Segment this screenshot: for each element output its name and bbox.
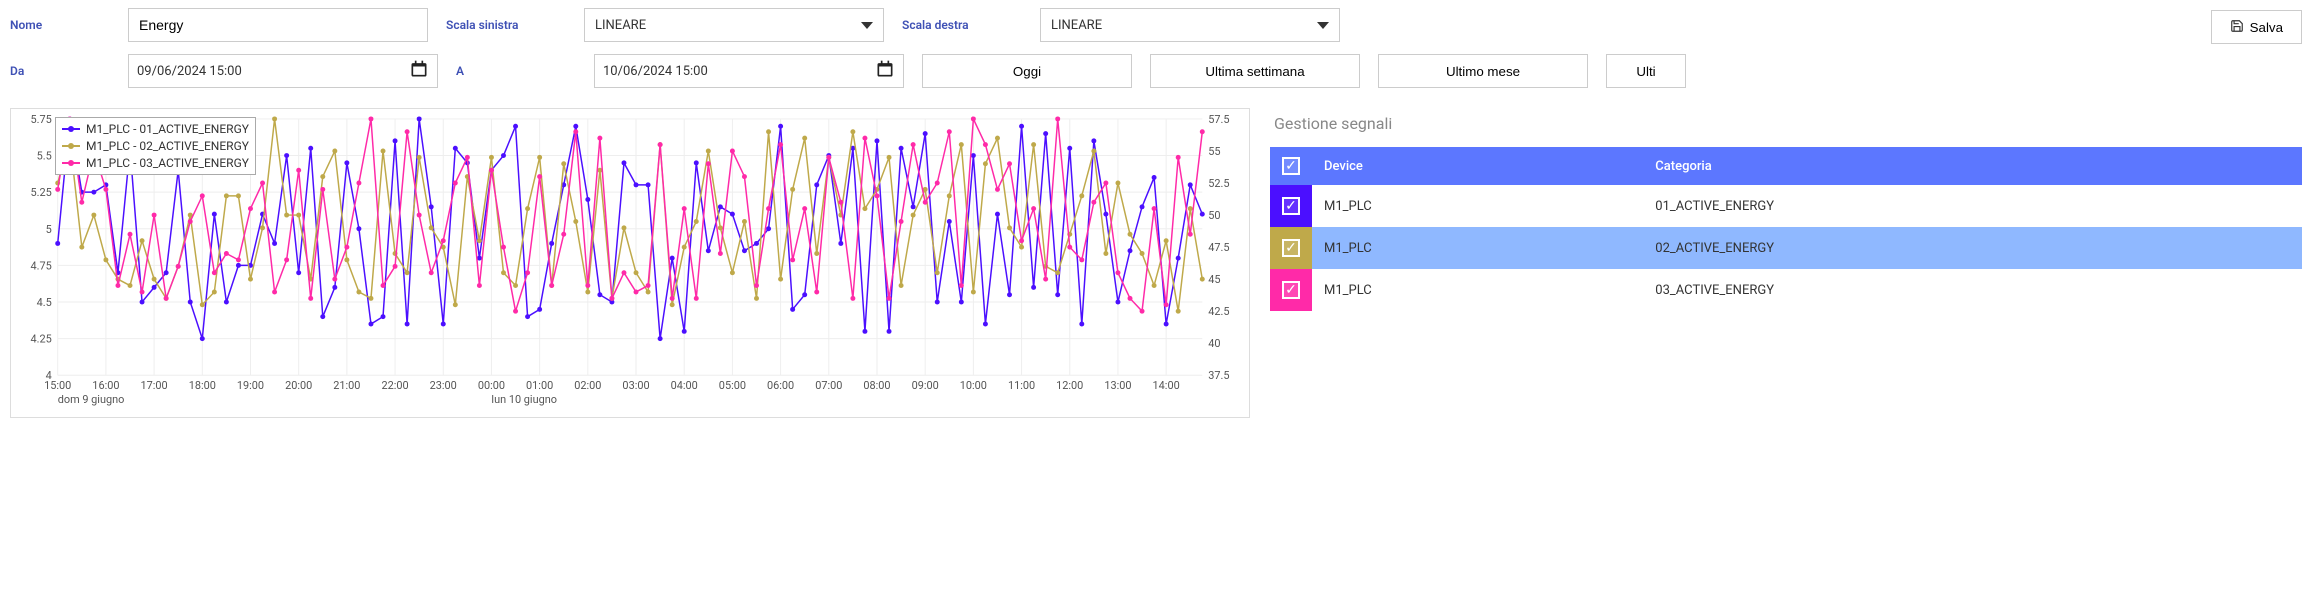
chevron-down-icon xyxy=(861,22,873,29)
row-checkbox[interactable] xyxy=(1282,239,1300,257)
scala-destra-select[interactable]: LINEARE xyxy=(1040,8,1340,42)
svg-text:4.25: 4.25 xyxy=(30,333,51,346)
svg-text:5.5: 5.5 xyxy=(37,150,52,163)
ultimo-mese-label: Ultimo mese xyxy=(1446,64,1520,79)
svg-text:52.5: 52.5 xyxy=(1208,177,1229,190)
svg-text:5.25: 5.25 xyxy=(30,186,51,199)
device-cell: M1_PLC xyxy=(1312,185,1643,227)
device-cell: M1_PLC xyxy=(1312,269,1643,311)
svg-text:50: 50 xyxy=(1208,209,1220,222)
svg-text:47.5: 47.5 xyxy=(1208,241,1229,254)
chart-legend: M1_PLC - 01_ACTIVE_ENERGY M1_PLC - 02_AC… xyxy=(55,117,256,175)
svg-text:55: 55 xyxy=(1208,145,1220,158)
row-checkbox[interactable] xyxy=(1282,281,1300,299)
svg-text:4.5: 4.5 xyxy=(37,296,52,309)
svg-text:20:00: 20:00 xyxy=(285,379,312,392)
nome-input[interactable] xyxy=(128,8,428,42)
chevron-down-icon xyxy=(1317,22,1329,29)
da-input[interactable]: 09/06/2024 15:00 xyxy=(128,54,438,88)
svg-text:06:00: 06:00 xyxy=(767,379,794,392)
svg-text:21:00: 21:00 xyxy=(333,379,360,392)
svg-text:07:00: 07:00 xyxy=(815,379,842,392)
signals-table: Device Categoria M1_PLC 01_ACTIVE_ENERGY… xyxy=(1270,147,2302,311)
ultimo-cut-label: Ulti xyxy=(1636,64,1655,79)
a-input[interactable]: 10/06/2024 15:00 xyxy=(594,54,904,88)
ultimo-cut-button[interactable]: Ulti xyxy=(1606,54,1686,88)
th-device[interactable]: Device xyxy=(1312,147,1643,185)
svg-text:04:00: 04:00 xyxy=(671,379,698,392)
ultimo-mese-button[interactable]: Ultimo mese xyxy=(1378,54,1588,88)
table-row[interactable]: M1_PLC 02_ACTIVE_ENERGY xyxy=(1270,227,2302,269)
svg-text:18:00: 18:00 xyxy=(189,379,216,392)
svg-text:11:00: 11:00 xyxy=(1008,379,1035,392)
svg-text:42.5: 42.5 xyxy=(1208,305,1229,318)
svg-text:14:00: 14:00 xyxy=(1153,379,1180,392)
svg-text:57.5: 57.5 xyxy=(1208,113,1229,126)
gestione-segnali-title: Gestione segnali xyxy=(1274,114,2302,133)
legend-item-02: M1_PLC - 02_ACTIVE_ENERGY xyxy=(86,138,249,155)
svg-text:dom 9 giugno: dom 9 giugno xyxy=(58,393,125,406)
svg-text:08:00: 08:00 xyxy=(863,379,890,392)
svg-text:37.5: 37.5 xyxy=(1208,369,1229,382)
ultima-settimana-button[interactable]: Ultima settimana xyxy=(1150,54,1360,88)
svg-text:15:00: 15:00 xyxy=(44,379,71,392)
svg-text:10:00: 10:00 xyxy=(960,379,987,392)
oggi-button[interactable]: Oggi xyxy=(922,54,1132,88)
legend-item-03: M1_PLC - 03_ACTIVE_ENERGY xyxy=(86,155,249,172)
categoria-cell: 01_ACTIVE_ENERGY xyxy=(1643,185,2302,227)
calendar-icon[interactable] xyxy=(409,59,429,83)
svg-text:09:00: 09:00 xyxy=(912,379,939,392)
svg-text:17:00: 17:00 xyxy=(141,379,168,392)
label-nome: Nome xyxy=(10,18,42,32)
th-categoria[interactable]: Categoria xyxy=(1643,147,2302,185)
oggi-label: Oggi xyxy=(1013,64,1041,79)
label-scala-destra: Scala destra xyxy=(902,18,969,32)
svg-text:5.75: 5.75 xyxy=(30,113,51,126)
svg-text:45: 45 xyxy=(1208,273,1220,286)
label-da: Da xyxy=(10,64,24,78)
save-icon xyxy=(2230,19,2244,36)
salva-label: Salva xyxy=(2250,20,2283,35)
svg-text:12:00: 12:00 xyxy=(1056,379,1083,392)
svg-text:40: 40 xyxy=(1208,337,1220,350)
svg-text:22:00: 22:00 xyxy=(381,379,408,392)
scala-sinistra-select[interactable]: LINEARE xyxy=(584,8,884,42)
label-a: A xyxy=(456,64,464,78)
chart[interactable]: M1_PLC - 01_ACTIVE_ENERGY M1_PLC - 02_AC… xyxy=(10,108,1250,418)
svg-text:19:00: 19:00 xyxy=(237,379,264,392)
salva-button[interactable]: Salva xyxy=(2211,10,2302,44)
svg-text:23:00: 23:00 xyxy=(430,379,457,392)
svg-text:lun 10 giugno: lun 10 giugno xyxy=(491,393,557,406)
categoria-cell: 02_ACTIVE_ENERGY xyxy=(1643,227,2302,269)
table-row[interactable]: M1_PLC 03_ACTIVE_ENERGY xyxy=(1270,269,2302,311)
select-all-checkbox[interactable] xyxy=(1282,157,1300,175)
svg-text:05:00: 05:00 xyxy=(719,379,746,392)
svg-text:00:00: 00:00 xyxy=(478,379,505,392)
a-value: 10/06/2024 15:00 xyxy=(603,64,708,79)
device-cell: M1_PLC xyxy=(1312,227,1643,269)
categoria-cell: 03_ACTIVE_ENERGY xyxy=(1643,269,2302,311)
legend-item-01: M1_PLC - 01_ACTIVE_ENERGY xyxy=(86,121,249,138)
svg-text:16:00: 16:00 xyxy=(92,379,119,392)
label-scala-sinistra: Scala sinistra xyxy=(446,18,518,32)
svg-text:4.75: 4.75 xyxy=(30,259,51,272)
ultima-settimana-label: Ultima settimana xyxy=(1205,64,1304,79)
svg-text:01:00: 01:00 xyxy=(526,379,553,392)
scala-sinistra-value: LINEARE xyxy=(595,18,646,33)
svg-text:13:00: 13:00 xyxy=(1104,379,1131,392)
scala-destra-value: LINEARE xyxy=(1051,18,1102,33)
row-checkbox[interactable] xyxy=(1282,197,1300,215)
svg-text:5: 5 xyxy=(46,223,52,236)
svg-text:02:00: 02:00 xyxy=(574,379,601,392)
da-value: 09/06/2024 15:00 xyxy=(137,64,242,79)
calendar-icon[interactable] xyxy=(875,59,895,83)
table-row[interactable]: M1_PLC 01_ACTIVE_ENERGY xyxy=(1270,185,2302,227)
svg-text:03:00: 03:00 xyxy=(622,379,649,392)
